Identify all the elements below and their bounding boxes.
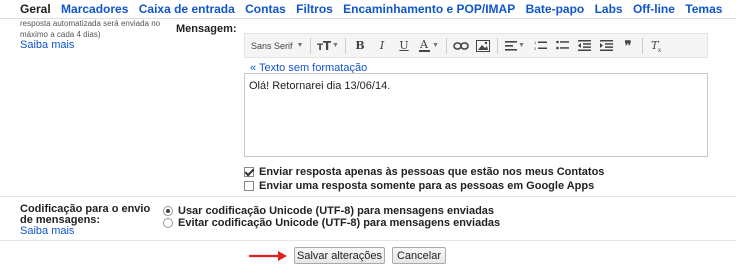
align-button[interactable]: ▼ xyxy=(503,37,527,55)
bulleted-list-icon[interactable] xyxy=(553,37,571,55)
avoid-unicode-label: Evitar codificação Unicode (UTF-8) para … xyxy=(178,217,501,229)
indent-more-glyph xyxy=(599,40,613,51)
chain-link-glyph xyxy=(453,41,469,50)
only-domain-checkbox[interactable] xyxy=(244,181,254,191)
svg-text:1: 1 xyxy=(534,40,537,45)
toolbar-separator xyxy=(310,37,311,54)
font-family-value: Sans Serif xyxy=(251,40,293,51)
tab-marcadores[interactable]: Marcadores xyxy=(61,0,128,18)
chevron-down-icon: ▼ xyxy=(332,42,339,49)
cancel-button[interactable]: Cancelar xyxy=(392,247,446,264)
only-domain-option: Enviar uma resposta somente para as pess… xyxy=(244,179,594,193)
numbered-list-icon[interactable]: 12 xyxy=(531,37,549,55)
quote-icon[interactable]: ❞ xyxy=(619,37,637,55)
vacation-learn-more-link[interactable]: Saiba mais xyxy=(20,39,74,51)
font-size-icon: TT xyxy=(317,40,331,52)
vacation-note-line2: máximo a cada 4 dias) xyxy=(20,30,101,39)
chevron-down-icon: ▼ xyxy=(432,42,439,49)
avoid-unicode-radio[interactable] xyxy=(163,218,173,228)
tab-temas[interactable]: Temas xyxy=(685,0,722,18)
link-icon[interactable] xyxy=(452,37,470,55)
arrow-right-icon xyxy=(249,251,287,261)
image-icon[interactable] xyxy=(474,37,492,55)
chevron-down-icon: ▼ xyxy=(296,42,304,49)
italic-icon[interactable]: I xyxy=(373,37,391,55)
font-size-button[interactable]: TT ▼ xyxy=(316,37,340,55)
tab-labs[interactable]: Labs xyxy=(595,0,623,18)
tab-contas[interactable]: Contas xyxy=(245,0,286,18)
vacation-message-editor[interactable]: Olá! Retornarei dia 13/06/14. xyxy=(244,73,708,157)
tab-off-line[interactable]: Off-line xyxy=(633,0,675,18)
text-color-button[interactable]: A ▼ xyxy=(417,37,441,55)
remove-formatting-icon[interactable]: Tx xyxy=(648,37,666,55)
toolbar-separator xyxy=(497,37,498,54)
numbered-list-glyph: 12 xyxy=(534,40,547,51)
formatting-toolbar: Sans Serif ▼ TT ▼ B I U A ▼ ▼ 12 ❞ Tx xyxy=(244,33,708,58)
svg-text:2: 2 xyxy=(534,46,537,51)
chevron-down-icon: ▼ xyxy=(518,42,525,49)
encoding-learn-more-link[interactable]: Saiba mais xyxy=(20,225,74,237)
picture-glyph xyxy=(476,39,490,52)
only-contacts-option: Enviar resposta apenas às pessoas que es… xyxy=(244,165,604,179)
toolbar-separator xyxy=(642,37,643,54)
svg-text:A: A xyxy=(419,39,429,51)
save-button[interactable]: Salvar alterações xyxy=(294,247,385,264)
message-label: Mensagem: xyxy=(176,23,237,35)
section-divider xyxy=(0,240,736,241)
text-color-icon: A xyxy=(419,39,431,52)
only-contacts-checkbox[interactable] xyxy=(244,167,254,177)
underline-icon[interactable]: U xyxy=(395,37,413,55)
tab-caixa-de-entrada[interactable]: Caixa de entrada xyxy=(139,0,235,18)
svg-text:T: T xyxy=(323,40,331,52)
tab-geral[interactable]: Geral xyxy=(20,0,51,18)
svg-text:x: x xyxy=(658,48,661,52)
toolbar-separator xyxy=(345,37,346,54)
use-unicode-radio[interactable] xyxy=(163,206,173,216)
indent-less-icon[interactable] xyxy=(575,37,593,55)
settings-tabs: Geral Marcadores Caixa de entrada Contas… xyxy=(0,0,736,18)
bulleted-list-glyph xyxy=(555,40,569,50)
tab-filtros[interactable]: Filtros xyxy=(296,0,333,18)
align-left-icon xyxy=(505,40,518,51)
avoid-unicode-option: Evitar codificação Unicode (UTF-8) para … xyxy=(163,216,500,230)
bold-icon[interactable]: B xyxy=(351,37,369,55)
font-family-select[interactable]: Sans Serif ▼ xyxy=(251,37,305,55)
indent-more-icon[interactable] xyxy=(597,37,615,55)
section-divider xyxy=(0,196,736,197)
vacation-note-line1: resposta automatizada será enviada no xyxy=(20,19,161,28)
tab-encaminhamento[interactable]: Encaminhamento e POP/IMAP xyxy=(343,0,515,18)
vacation-message-text: Olá! Retornarei dia 13/06/14. xyxy=(249,80,391,92)
only-contacts-label: Enviar resposta apenas às pessoas que es… xyxy=(259,166,605,178)
tab-bate-papo[interactable]: Bate-papo xyxy=(526,0,585,18)
clear-format-glyph: Tx xyxy=(651,40,661,52)
only-domain-label: Enviar uma resposta somente para as pess… xyxy=(259,180,595,192)
indent-less-glyph xyxy=(577,40,591,51)
toolbar-separator xyxy=(446,37,447,54)
